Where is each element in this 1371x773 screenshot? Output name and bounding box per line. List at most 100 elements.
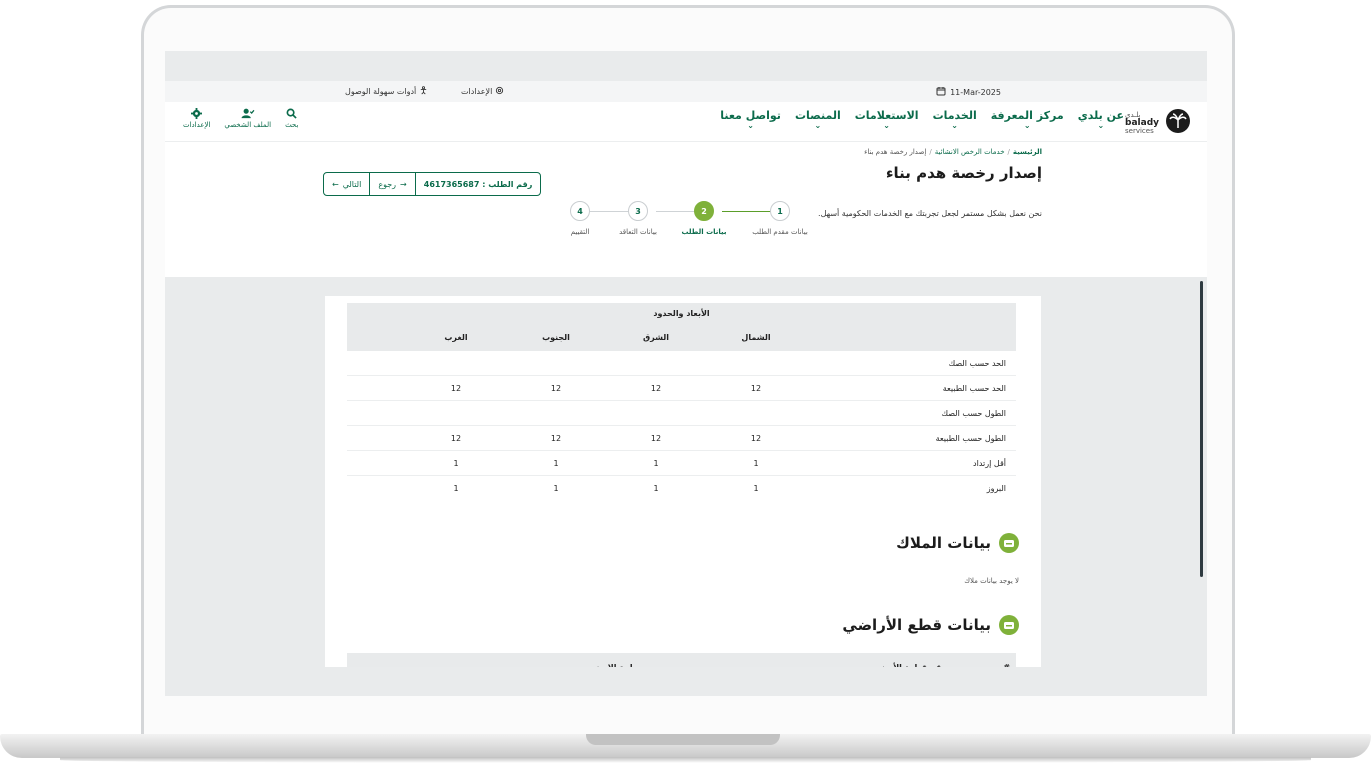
- cell: 12: [550, 383, 562, 393]
- user-check-icon: [241, 108, 255, 119]
- content-card: الأبعاد والحدود الشمال الشرق الجنوب الغر…: [325, 296, 1041, 696]
- page-title: إصدار رخصة هدم بناء: [885, 164, 1042, 182]
- logo-sub: services: [1125, 127, 1154, 135]
- back-label: رجوع: [378, 179, 397, 189]
- cell: 12: [650, 383, 662, 393]
- breadcrumb-current: إصدار رخصة هدم بناء: [864, 148, 927, 156]
- request-number-text: رقم الطلب : 4617365687: [423, 179, 533, 189]
- owners-title: بيانات الملاك: [896, 534, 991, 552]
- topbar-settings-link[interactable]: الإعدادات: [461, 86, 504, 97]
- step-2-label: بيانات الطلب: [681, 228, 727, 236]
- arrow-right-icon: →: [400, 179, 407, 189]
- nav-item-about[interactable]: عن بلدي ⌄: [1078, 109, 1124, 130]
- laptop-notch: [586, 734, 780, 745]
- cell: 1: [653, 484, 659, 493]
- cell: 12: [650, 433, 662, 443]
- column-west: الغرب: [444, 333, 468, 342]
- step-number: 1: [777, 206, 783, 216]
- row-label: الطول حسب الصك: [941, 408, 1006, 418]
- next-label: التالي: [342, 179, 362, 189]
- step-4-label: التقييم: [570, 228, 590, 236]
- label-column-header: [806, 333, 1016, 342]
- search-icon: [286, 108, 297, 119]
- table-row: أقل إرتداد 1 1 1 1: [347, 451, 1016, 476]
- balady-logo[interactable]: بلـدي balady services: [1125, 108, 1191, 138]
- arrow-left-icon: ←: [332, 179, 339, 189]
- chevron-down-icon: ⌄: [1097, 121, 1105, 130]
- step-3-label: بيانات التعاقد: [619, 228, 657, 236]
- step-4[interactable]: 4: [570, 201, 590, 221]
- cell: 12: [750, 383, 762, 393]
- page-subtitle: نحن نعمل بشكل مستمر لجعل تجربتك مع الخدم…: [818, 209, 1042, 218]
- step-number: 4: [577, 206, 583, 216]
- search-button[interactable]: بحث: [285, 108, 298, 129]
- row-label: الحد حسب الطبيعة: [942, 383, 1006, 393]
- step-number: 2: [701, 206, 707, 216]
- cell: 1: [453, 458, 459, 468]
- inbox-icon: [999, 615, 1019, 635]
- step-1-label: بيانات مقدم الطلب: [752, 228, 808, 236]
- cell: 1: [553, 458, 559, 468]
- nav-item-services[interactable]: الخدمات ⌄: [933, 109, 977, 130]
- cell: 1: [653, 458, 659, 468]
- palm-logo-icon: [1165, 108, 1191, 138]
- main-nav: عن بلدي ⌄ مركز المعرفة ⌄ الخدمات ⌄ الاستعلا…: [720, 109, 1124, 130]
- logo-text: بلـدي balady services: [1125, 111, 1159, 135]
- breadcrumb: الرئيسية/خدمات الرخص الانشائية/إصدار رخص…: [864, 148, 1042, 156]
- nav-item-platforms[interactable]: المنصات ⌄: [795, 109, 841, 130]
- breadcrumb-separator: /: [1007, 148, 1010, 156]
- breadcrumb-separator: /: [929, 148, 932, 156]
- inbox-icon: [999, 533, 1019, 553]
- step-1[interactable]: 1: [770, 201, 790, 221]
- nav-item-knowledge[interactable]: مركز المعرفة ⌄: [991, 109, 1064, 130]
- accessibility-tools-link[interactable]: أدوات سهولة الوصول: [345, 86, 428, 97]
- accessibility-label: أدوات سهولة الوصول: [345, 87, 417, 96]
- breadcrumb-section[interactable]: خدمات الرخص الانشائية: [935, 148, 1005, 156]
- calendar-icon: [936, 86, 946, 98]
- lands-title: بيانات قطع الأراضي: [842, 616, 991, 634]
- screen: 11-Mar-2025 الإعدادات أدوات سهولة الوصول…: [165, 51, 1207, 696]
- row-label: الحد حسب الصك: [948, 358, 1006, 368]
- dimensions-table-header: الأبعاد والحدود الشمال الشرق الجنوب الغر…: [347, 303, 1016, 351]
- cell: 1: [453, 484, 459, 493]
- table-row: الحد حسب الطبيعة 12 12 12 12: [347, 376, 1016, 401]
- current-date: 11-Mar-2025: [936, 86, 1001, 98]
- search-label: بحث: [285, 121, 299, 129]
- step-3[interactable]: 3: [628, 201, 648, 221]
- back-button[interactable]: → رجوع: [369, 173, 414, 195]
- column-east: الشرق: [642, 333, 669, 342]
- settings-button[interactable]: الإعدادات: [183, 108, 210, 129]
- dimensions-table: الأبعاد والحدود الشمال الشرق الجنوب الغر…: [347, 303, 1016, 501]
- date-text: 11-Mar-2025: [950, 87, 1001, 97]
- page-scrollbar[interactable]: [1200, 281, 1203, 577]
- main-header: بلـدي balady services عن بلدي ⌄ مركز المع…: [165, 102, 1207, 142]
- table-row: الحد حسب الصك: [347, 351, 1016, 376]
- owners-section-header: بيانات الملاك: [896, 533, 1019, 553]
- top-utility-bar: 11-Mar-2025 الإعدادات أدوات سهولة الوصول: [165, 81, 1207, 102]
- nav-item-contact[interactable]: تواصل معنا ⌄: [720, 109, 781, 130]
- topbar-settings-label: الإعدادات: [461, 87, 493, 96]
- table-row: الطول حسب الصك: [347, 401, 1016, 426]
- chevron-down-icon: ⌄: [1023, 121, 1031, 130]
- progress-stepper: 1 2 3 4 بيانات مقدم الطلب بيانات الطلب ب…: [560, 201, 810, 246]
- cell: 1: [553, 484, 559, 493]
- logo-latin: balady: [1125, 118, 1159, 128]
- cell: 12: [550, 433, 562, 443]
- profile-label: الملف الشخصي: [224, 121, 272, 129]
- lands-section-header: بيانات قطع الأراضي: [842, 615, 1019, 635]
- cell: 12: [450, 433, 462, 443]
- row-label: أقل إرتداد: [973, 458, 1006, 468]
- breadcrumb-home[interactable]: الرئيسية: [1013, 148, 1042, 156]
- profile-button[interactable]: الملف الشخصي: [224, 108, 271, 129]
- column-north: الشمال: [741, 333, 771, 342]
- dimensions-columns: الشمال الشرق الجنوب الغرب: [347, 333, 1016, 342]
- step-number: 3: [635, 206, 641, 216]
- accessibility-icon: [419, 86, 428, 97]
- nav-item-inquiries[interactable]: الاستعلامات ⌄: [855, 109, 919, 130]
- next-button[interactable]: التالي ←: [324, 173, 369, 195]
- table-row: البروز 1 1 1 1: [347, 476, 1016, 501]
- column-south: الجنوب: [542, 333, 570, 342]
- laptop-shadow: [60, 757, 1311, 763]
- table-row: الطول حسب الطبيعة 12 12 12 12: [347, 426, 1016, 451]
- step-2[interactable]: 2: [694, 201, 714, 221]
